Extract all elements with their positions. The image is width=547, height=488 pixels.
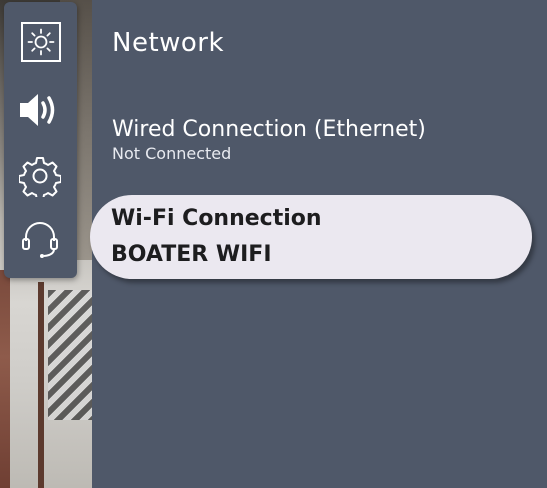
- sidebar-item-support[interactable]: [16, 214, 64, 262]
- wired-connection-status: Not Connected: [112, 144, 232, 163]
- display-brightness-icon: [26, 27, 56, 57]
- page-title: Network: [112, 28, 225, 58]
- sidebar-item-sound[interactable]: [16, 86, 64, 134]
- wifi-connection-item[interactable]: Wi-Fi Connection BOATER WIFI: [90, 195, 532, 279]
- background-video-detail: [0, 270, 10, 488]
- wired-connection-label: Wired Connection (Ethernet): [112, 117, 426, 142]
- background-video-detail: [38, 282, 44, 488]
- gear-icon: [19, 155, 61, 197]
- sidebar-item-picture[interactable]: [21, 22, 61, 62]
- sidebar-item-general[interactable]: [16, 152, 64, 200]
- headset-support-icon: [19, 217, 61, 259]
- background-video-detail: [48, 290, 92, 420]
- wifi-network-name: BOATER WIFI: [111, 242, 272, 267]
- speaker-volume-icon: [18, 90, 62, 130]
- tv-settings-screen: Network Wired Connection (Ethernet) Not …: [0, 0, 547, 488]
- network-settings-panel: Network Wired Connection (Ethernet) Not …: [90, 0, 547, 488]
- settings-sidebar: [4, 2, 77, 278]
- wifi-connection-label: Wi-Fi Connection: [111, 206, 322, 231]
- wired-connection-item[interactable]: Wired Connection (Ethernet) Not Connecte…: [112, 116, 426, 164]
